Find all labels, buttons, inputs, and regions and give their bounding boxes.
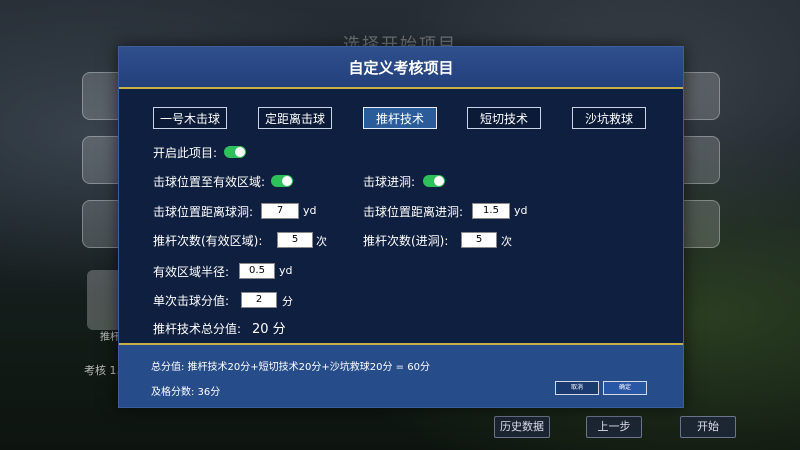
ball-to-zone-toggle[interactable] [271, 175, 293, 187]
distance-in-hole-unit: yd [514, 204, 528, 217]
dialog-footer: 总分值: 推杆技术20分+短切技术20分+沙坑救球20分 = 60分 及格分数:… [119, 343, 683, 407]
putts-zone-unit: 次 [316, 235, 327, 248]
tab-driver-shot[interactable]: 一号木击球 [153, 107, 227, 129]
pass-score: 及格分数: 36分 [151, 387, 221, 398]
shot-score-input[interactable]: 2 [241, 292, 277, 308]
zone-radius-unit: yd [279, 264, 293, 277]
project-tabs: 一号木击球 定距离击球 推杆技术 短切技术 沙坑救球 [119, 107, 683, 131]
putts-in-hole-unit: 次 [501, 235, 512, 248]
shot-score-label: 单次击球分值: [153, 294, 230, 308]
putts-in-hole-label: 推杆次数(进洞): [363, 234, 449, 248]
enable-project-label: 开启此项目: [153, 146, 218, 160]
dialog-title: 自定义考核项目 [348, 59, 454, 77]
background-thumbnail-label: 推杆 [100, 332, 120, 343]
distance-to-hole-input[interactable]: 7 [261, 203, 299, 219]
previous-step-button[interactable]: 上一步 [586, 416, 642, 438]
cancel-button[interactable]: 取消 [555, 381, 599, 395]
tab-bunker-shot[interactable]: 沙坑救球 [572, 107, 646, 129]
confirm-button[interactable]: 确定 [603, 381, 647, 395]
putting-total-label: 推杆技术总分值: [153, 322, 242, 336]
distance-to-hole-label: 击球位置距离球洞: [153, 205, 254, 219]
ball-in-hole-label: 击球进洞: [363, 175, 416, 189]
total-score-summary: 总分值: 推杆技术20分+短切技术20分+沙坑救球20分 = 60分 [151, 362, 430, 373]
putting-total-value: 20 分 [252, 322, 286, 337]
dialog-header: 自定义考核项目 [119, 47, 683, 89]
distance-to-hole-unit: yd [303, 204, 317, 217]
ball-to-zone-label: 击球位置至有效区域: [153, 175, 266, 189]
tab-chipping[interactable]: 短切技术 [467, 107, 541, 129]
zone-radius-input[interactable]: 0.5 [239, 263, 275, 279]
putts-in-hole-input[interactable]: 5 [461, 232, 497, 248]
distance-in-hole-label: 击球位置距离进洞: [363, 205, 464, 219]
shot-score-unit: 分 [282, 295, 293, 308]
ball-in-hole-toggle[interactable] [423, 175, 445, 187]
enable-project-toggle[interactable] [224, 146, 246, 158]
tab-distance-shot[interactable]: 定距离击球 [258, 107, 332, 129]
tab-putting[interactable]: 推杆技术 [363, 107, 437, 129]
zone-radius-label: 有效区域半径: [153, 265, 230, 279]
history-data-button[interactable]: 历史数据 [494, 416, 550, 438]
putts-zone-input[interactable]: 5 [277, 232, 313, 248]
start-button[interactable]: 开始 [680, 416, 736, 438]
distance-in-hole-input[interactable]: 1.5 [472, 203, 510, 219]
putts-zone-label: 推杆次数(有效区域): [153, 234, 263, 248]
custom-assessment-dialog: 自定义考核项目 一号木击球 定距离击球 推杆技术 短切技术 沙坑救球 开启此项目… [118, 46, 684, 408]
